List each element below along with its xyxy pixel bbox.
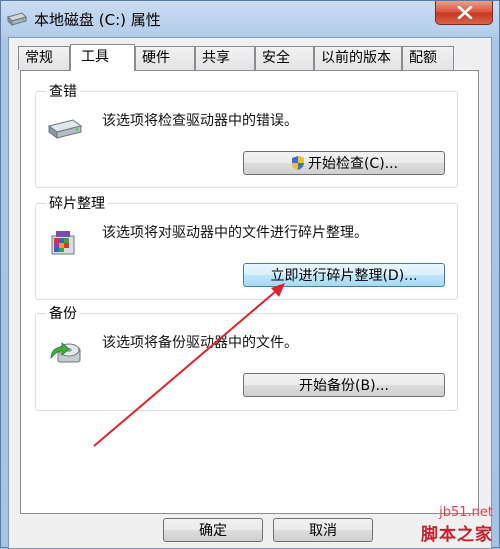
cancel-button[interactable]: 取消 <box>273 518 373 542</box>
defrag-now-button[interactable]: 立即进行碎片整理(D)... <box>243 263 445 287</box>
shield-icon <box>291 156 304 170</box>
error-check-group: 查错 该选项将检查驱动器中的错误。 开始检查(C)... <box>35 81 458 188</box>
tab-previous-versions[interactable]: 以前的版本 <box>314 46 402 70</box>
watermark-name: 脚本之家 <box>421 525 493 545</box>
backup-icon <box>48 338 82 372</box>
tab-quota[interactable]: 配额 <box>402 46 454 70</box>
defrag-icon <box>48 228 78 262</box>
defrag-title: 碎片整理 <box>46 193 108 213</box>
error-check-title: 查错 <box>46 81 80 101</box>
backup-now-label: 开始备份(B)... <box>299 378 389 394</box>
watermark: jb51.net 脚本之家 <box>421 505 493 545</box>
tab-general[interactable]: 常规 <box>18 46 70 70</box>
drive-icon <box>7 12 27 27</box>
backup-title: 备份 <box>46 303 80 323</box>
check-now-button[interactable]: 开始检查(C)... <box>243 151 445 175</box>
window-title: 本地磁盘 (C:) 属性 <box>34 11 161 29</box>
check-now-label: 开始检查(C)... <box>307 156 399 172</box>
drive-check-icon <box>47 118 83 144</box>
tab-tools[interactable]: 工具 <box>70 44 135 71</box>
dialog-client-area: 常规 工具 硬件 共享 安全 以前的版本 配额 查错 该选项将检查驱动器中的错误… <box>8 37 492 549</box>
tab-sharing[interactable]: 共享 <box>195 46 255 70</box>
backup-now-button[interactable]: 开始备份(B)... <box>243 373 445 397</box>
tab-security[interactable]: 安全 <box>255 46 314 70</box>
properties-window: 本地磁盘 (C:) 属性 常规 工具 硬件 共享 安全 以前的版本 配额 查错 <box>0 0 500 549</box>
backup-desc: 该选项将备份驱动器中的文件。 <box>102 335 298 351</box>
close-icon <box>457 6 473 19</box>
watermark-url: jb51.net <box>439 505 493 520</box>
tab-strip: 常规 工具 硬件 共享 安全 以前的版本 配额 <box>18 44 488 71</box>
ok-label: 确定 <box>199 523 227 539</box>
close-button[interactable] <box>435 1 493 25</box>
ok-button[interactable]: 确定 <box>163 518 263 542</box>
defrag-now-label: 立即进行碎片整理(D)... <box>270 268 418 284</box>
title-bar[interactable]: 本地磁盘 (C:) 属性 <box>1 1 499 37</box>
tab-hardware[interactable]: 硬件 <box>135 46 195 70</box>
error-check-desc: 该选项将检查驱动器中的错误。 <box>102 113 298 129</box>
defrag-desc: 该选项将对驱动器中的文件进行碎片整理。 <box>102 225 368 241</box>
backup-group: 备份 该选项将备份驱动器中的文件。 开始备份(B)... <box>35 303 458 411</box>
cancel-label: 取消 <box>309 523 337 539</box>
tools-tab-page: 查错 该选项将检查驱动器中的错误。 开始检查(C)... 碎片整理 该选项将对驱… <box>20 70 479 514</box>
defrag-group: 碎片整理 该选项将对驱动器中的文件进行碎片整理。 立即进行碎片整理(D)... <box>35 193 458 300</box>
